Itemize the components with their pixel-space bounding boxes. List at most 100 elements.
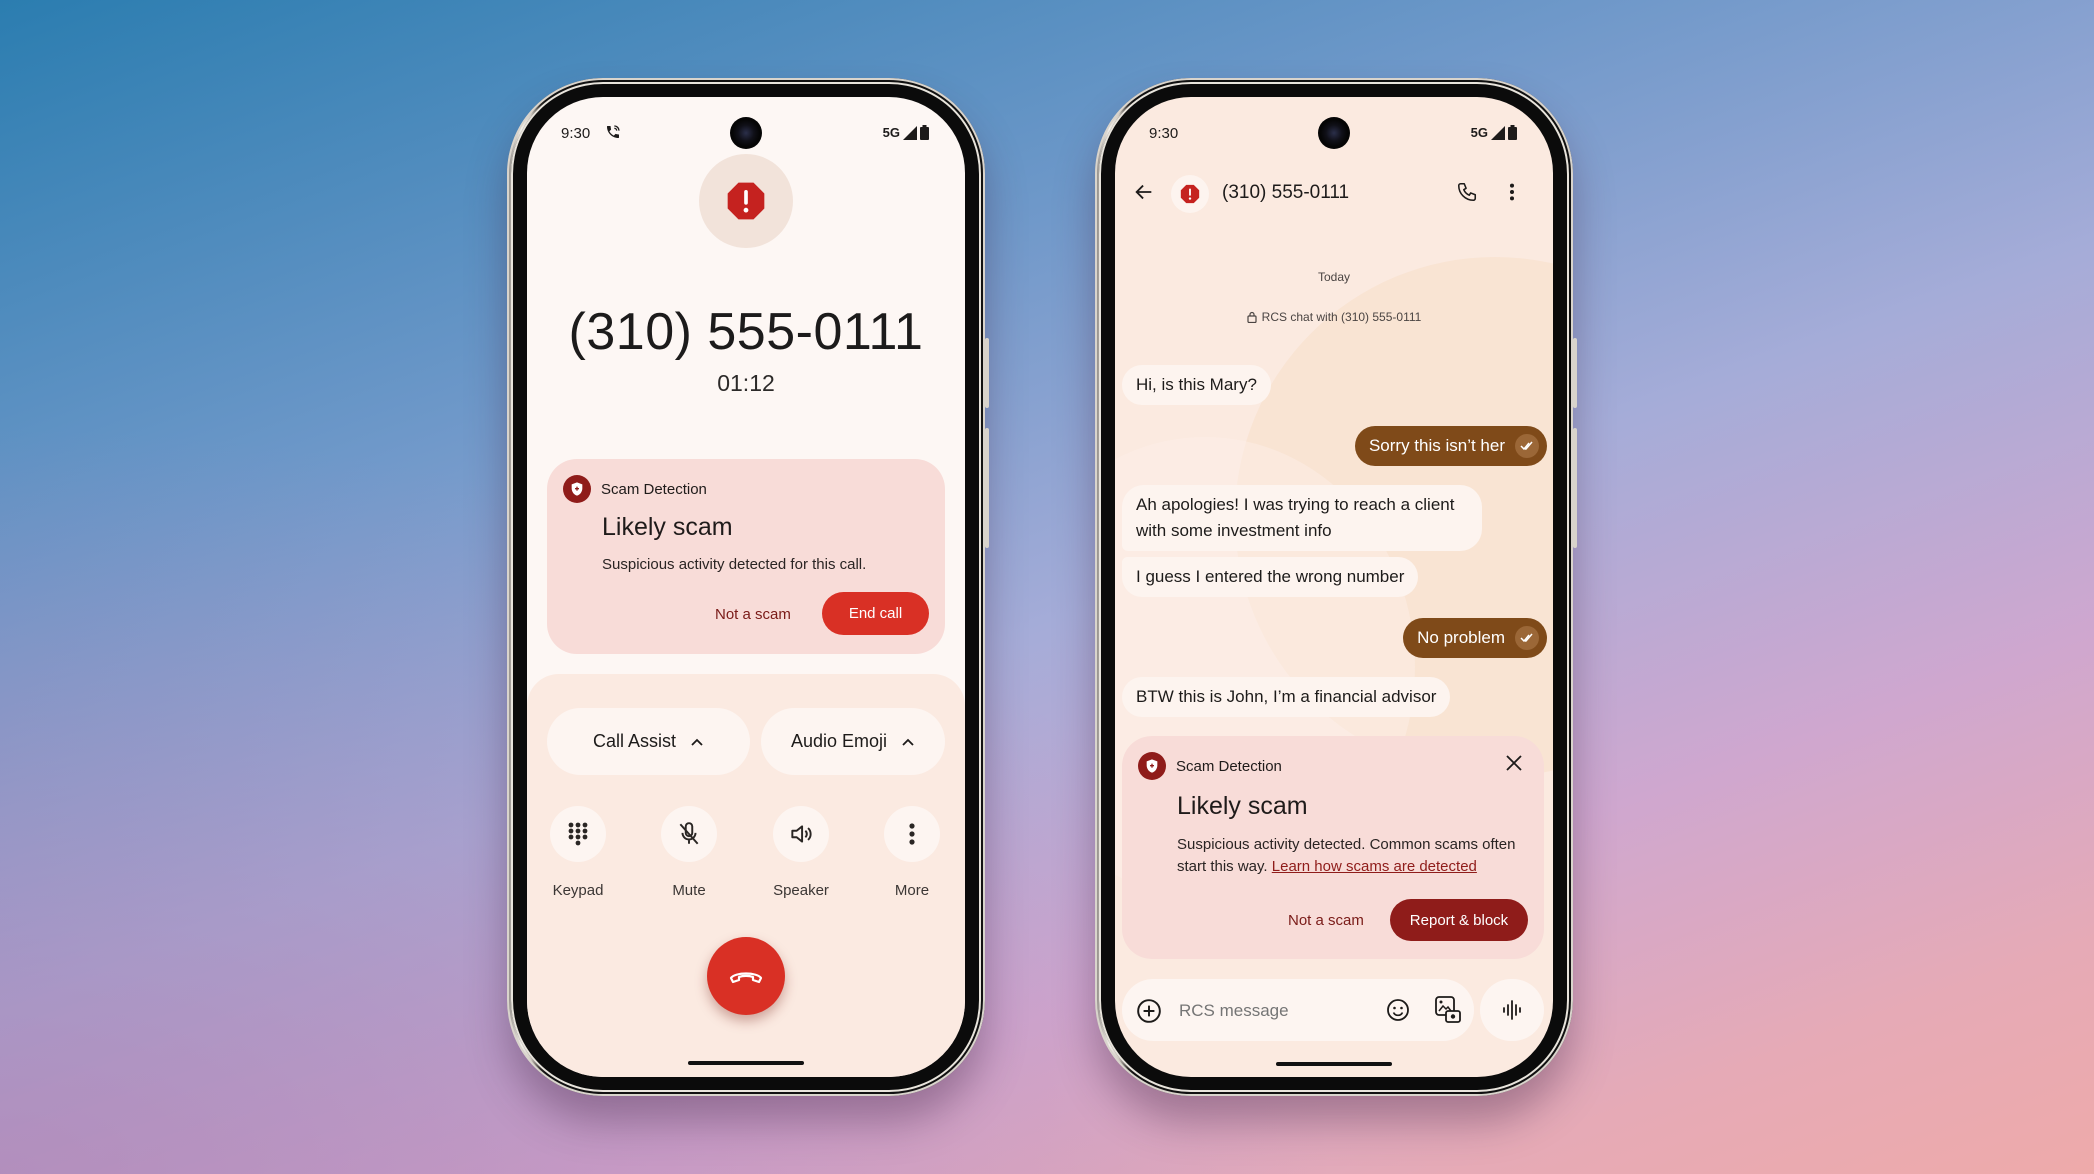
network-type: 5G	[882, 125, 900, 140]
card-header: Scam Detection	[563, 475, 707, 503]
status-indicators: 5G	[883, 125, 929, 140]
end-call-button[interactable]: End call	[822, 592, 929, 635]
warning-octagon-icon	[727, 182, 765, 220]
status-time: 9:30	[1149, 125, 1179, 142]
learn-more-link[interactable]: Learn how scams are detected	[1272, 858, 1477, 875]
card-title: Likely scam	[1177, 792, 1308, 820]
speaker-button[interactable]: Speaker	[773, 806, 829, 899]
message-text: No problem	[1417, 628, 1505, 647]
status-time: 9:30	[561, 125, 591, 142]
shield-icon	[563, 475, 591, 503]
battery-icon	[1508, 125, 1517, 140]
more-button[interactable]: More	[884, 806, 940, 899]
call-timer: 01:12	[717, 370, 775, 396]
voice-message-button[interactable]	[1480, 979, 1544, 1041]
message-incoming[interactable]: Ah apologies! I was trying to reach a cl…	[1122, 485, 1482, 551]
status-indicators: 5G	[1471, 125, 1517, 140]
call-end-icon	[729, 972, 763, 984]
read-receipt-icon	[1515, 434, 1539, 458]
card-description: Suspicious activity detected for this ca…	[602, 556, 867, 573]
encryption-notice-text: RCS chat with (310) 555-0111	[1261, 310, 1422, 324]
report-block-button[interactable]: Report & block	[1390, 899, 1528, 941]
phone-icon	[1457, 182, 1477, 202]
back-button[interactable]	[1133, 181, 1155, 208]
call-button[interactable]	[1456, 181, 1478, 208]
caller-number: (310) 555-0111	[568, 303, 924, 361]
date-divider: Today	[1317, 270, 1351, 284]
mute-button[interactable]: Mute	[661, 806, 717, 899]
message-text: Sorry this isn’t her	[1368, 436, 1505, 455]
message-input[interactable]	[1177, 995, 1361, 1027]
message-incoming[interactable]: Hi, is this Mary?	[1122, 365, 1271, 405]
home-indicator[interactable]	[1276, 1062, 1392, 1066]
card-header: Scam Detection	[1138, 752, 1282, 780]
background-gradient	[0, 0, 2094, 1174]
message-incoming[interactable]: BTW this is John, I’m a financial adviso…	[1122, 677, 1451, 717]
keypad-label: Keypad	[552, 882, 604, 899]
scam-detection-card: Scam Detection Likely scam Suspicious ac…	[547, 459, 945, 654]
volume-button	[985, 428, 989, 548]
message-incoming[interactable]: I guess I entered the wrong number	[1122, 557, 1419, 597]
message-outgoing[interactable]: Sorry this isn’t her	[1354, 426, 1547, 466]
power-button	[1573, 338, 1577, 408]
chat-screen: 9:30 5G (310) 555-0111 Today RCS chat wi…	[1115, 97, 1553, 1077]
call-assist-chip[interactable]: Call Assist	[547, 708, 750, 775]
network-type: 5G	[1470, 125, 1488, 140]
conversation-title: (310) 555-0111	[1222, 182, 1350, 203]
more-vert-icon	[1509, 183, 1515, 201]
not-a-scam-button[interactable]: Not a scam	[1288, 912, 1364, 929]
arrow-back-icon	[1135, 184, 1152, 200]
overflow-menu-button[interactable]	[1508, 181, 1516, 208]
status-bar: 9:30 5G	[527, 119, 965, 147]
close-icon	[1506, 755, 1522, 771]
wifi-call-icon	[605, 124, 621, 144]
audio-emoji-label: Audio Emoji	[790, 731, 888, 751]
add-circle-icon	[1137, 999, 1161, 1023]
contact-avatar[interactable]	[1171, 175, 1209, 213]
power-button	[985, 338, 989, 408]
mute-label: Mute	[672, 882, 706, 899]
message-composer	[1122, 979, 1474, 1041]
dismiss-button[interactable]	[1505, 754, 1523, 777]
call-screen: 9:30 5G (310) 555-0111 01:12 Scam Detect…	[527, 97, 965, 1077]
emoji-button[interactable]	[1386, 998, 1410, 1027]
mute-circle	[661, 806, 717, 862]
call-assist-label: Call Assist	[592, 731, 677, 751]
home-indicator[interactable]	[688, 1061, 804, 1065]
more-label: More	[894, 882, 930, 899]
speaker-circle	[773, 806, 829, 862]
audio-waveform-icon	[1503, 1000, 1521, 1020]
mic-off-icon	[679, 822, 699, 845]
card-source: Scam Detection	[1176, 757, 1282, 775]
audio-emoji-chip[interactable]: Audio Emoji	[761, 708, 945, 775]
hang-up-button[interactable]	[707, 937, 785, 1015]
not-a-scam-button[interactable]: Not a scam	[715, 606, 791, 623]
card-description: Suspicious activity detected. Common sca…	[1177, 834, 1532, 878]
keypad-button[interactable]: Keypad	[550, 806, 606, 899]
read-receipt-icon	[1515, 626, 1539, 650]
encryption-notice: RCS chat with (310) 555-0111	[1115, 310, 1553, 324]
more-vert-icon	[909, 823, 915, 845]
scam-detection-card: Scam Detection Likely scam Suspicious ac…	[1122, 736, 1544, 959]
chevron-up-icon	[691, 738, 703, 746]
card-title: Likely scam	[602, 513, 733, 541]
call-controls-panel: Call Assist Audio Emoji Keypad Mute Spea…	[527, 674, 965, 1077]
speaker-label: Speaker	[773, 882, 829, 899]
gallery-button[interactable]	[1435, 996, 1461, 1029]
attach-button[interactable]	[1136, 998, 1162, 1029]
chevron-up-icon	[902, 738, 914, 746]
signal-icon	[1491, 125, 1505, 140]
volume-button	[1573, 428, 1577, 548]
message-outgoing[interactable]: No problem	[1403, 618, 1547, 658]
signal-icon	[903, 125, 917, 140]
card-source: Scam Detection	[601, 480, 707, 498]
phone-call-screen: 9:30 5G (310) 555-0111 01:12 Scam Detect…	[507, 78, 989, 1096]
keypad-circle	[550, 806, 606, 862]
conversation-header: (310) 555-0111	[1115, 169, 1553, 217]
gallery-camera-icon	[1435, 996, 1461, 1023]
keypad-icon	[568, 822, 588, 846]
scam-alert-badge	[699, 154, 793, 248]
speaker-icon	[791, 825, 812, 843]
battery-icon	[920, 125, 929, 140]
status-bar: 9:30 5G	[1115, 119, 1553, 147]
